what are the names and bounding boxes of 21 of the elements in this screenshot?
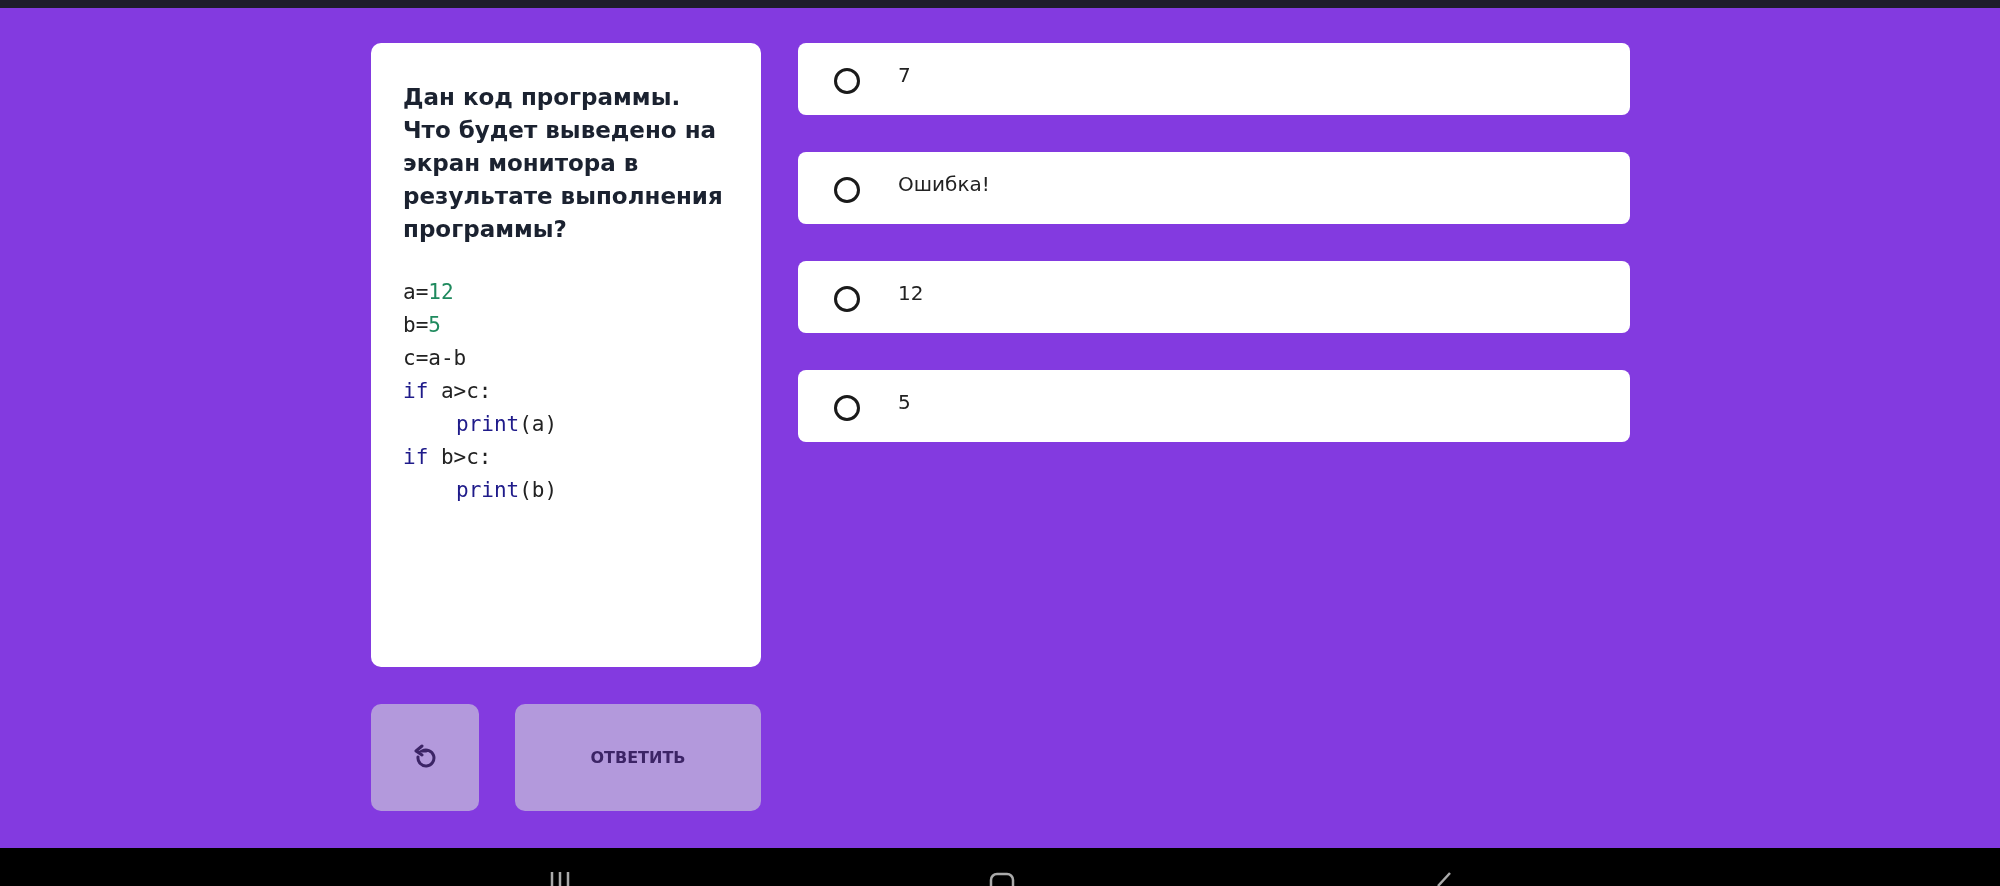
- code-line: b=5: [403, 312, 441, 339]
- code-line: print(b): [455, 477, 558, 504]
- answer-option[interactable]: Ошибка!: [798, 152, 1630, 224]
- radio-button[interactable]: [834, 67, 860, 94]
- option-label: 5: [898, 390, 911, 414]
- home-icon[interactable]: [989, 872, 1015, 886]
- option-label: Ошибка!: [898, 172, 990, 196]
- answer-option[interactable]: 5: [798, 370, 1630, 442]
- question-text: Дан код программы. Что будет выведено на экран монитора в результате выполнения программы?: [403, 83, 724, 244]
- answer-option[interactable]: 12: [798, 261, 1630, 333]
- code-line: if b>c:: [403, 444, 492, 471]
- code-line: print(a): [455, 411, 558, 438]
- code-line: if a>c:: [403, 378, 492, 405]
- code-line: c=a-b: [403, 345, 467, 372]
- radio-button[interactable]: [834, 176, 860, 203]
- option-label: 7: [898, 63, 911, 87]
- radio-button[interactable]: [834, 285, 860, 312]
- option-label: 12: [898, 281, 924, 305]
- answer-option[interactable]: 7: [798, 43, 1630, 115]
- radio-button[interactable]: [834, 394, 860, 421]
- code-line: a=12: [403, 279, 454, 306]
